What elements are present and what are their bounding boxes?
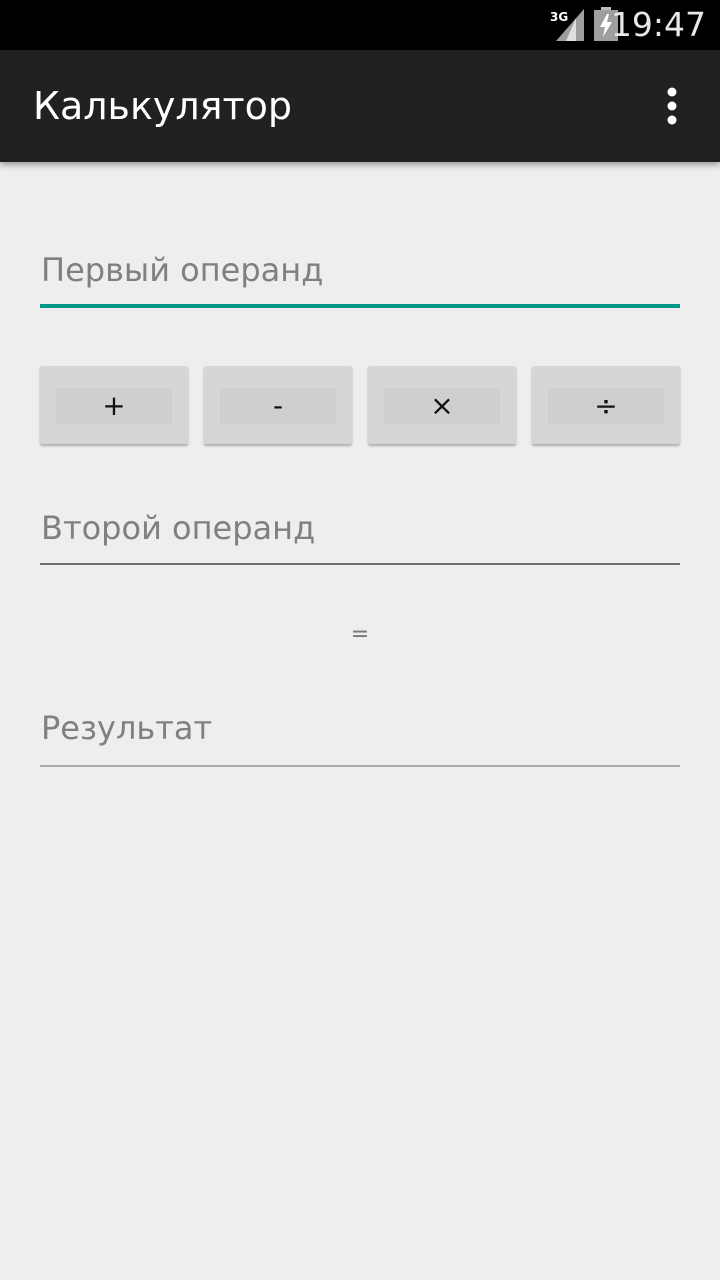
more-vert-icon[interactable] xyxy=(652,82,692,130)
minus-button-label: - xyxy=(272,389,284,422)
second-operand-underline xyxy=(40,563,680,565)
signal-icon: 3G xyxy=(550,9,584,41)
equals-label: = xyxy=(350,622,370,647)
divide-button-label: ÷ xyxy=(594,389,618,422)
second-operand-placeholder: Второй операнд xyxy=(41,509,316,547)
result-field[interactable]: Результат xyxy=(40,708,680,768)
divide-button[interactable]: ÷ xyxy=(532,366,680,444)
multiply-button[interactable]: × xyxy=(368,366,516,444)
status-bar: 3G 19:47 xyxy=(0,0,720,50)
status-clock: 19:47 xyxy=(610,5,706,44)
minus-button[interactable]: - xyxy=(204,366,352,444)
network-type-label: 3G xyxy=(550,10,568,24)
plus-button[interactable]: + xyxy=(40,366,188,444)
first-operand-field[interactable]: Первый операнд xyxy=(40,250,680,310)
second-operand-field[interactable]: Второй операнд xyxy=(40,508,680,568)
multiply-button-label: × xyxy=(430,389,454,422)
result-underline xyxy=(40,765,680,767)
app-title: Калькулятор xyxy=(33,84,293,128)
result-placeholder: Результат xyxy=(41,709,213,747)
app-bar: Калькулятор xyxy=(0,50,720,162)
first-operand-placeholder: Первый операнд xyxy=(41,251,324,289)
plus-button-label: + xyxy=(102,389,126,422)
first-operand-underline xyxy=(40,304,680,308)
